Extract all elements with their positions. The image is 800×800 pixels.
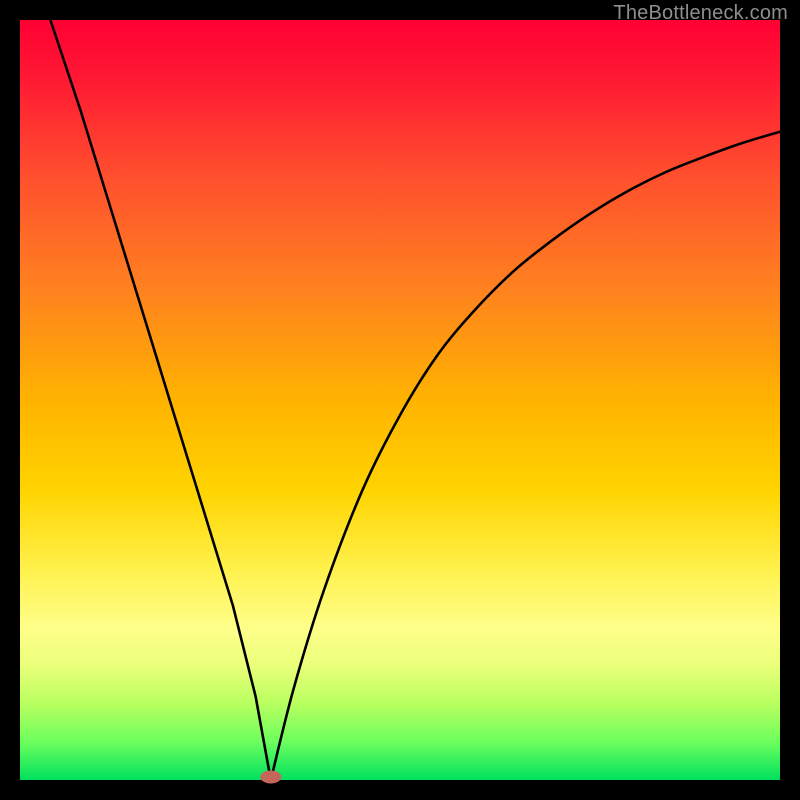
curve-left-branch <box>50 20 270 780</box>
minimum-marker <box>261 771 281 783</box>
chart-frame: TheBottleneck.com <box>0 0 800 800</box>
curve-right-branch <box>271 132 780 780</box>
curve-layer <box>20 20 780 780</box>
